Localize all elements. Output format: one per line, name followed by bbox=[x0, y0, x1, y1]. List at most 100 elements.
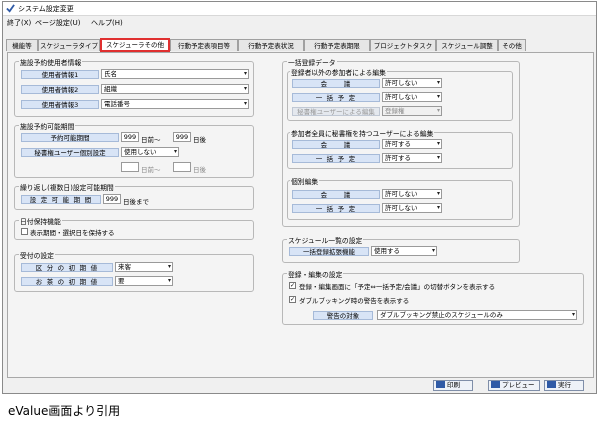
sub2-meeting-label: 会 議 bbox=[292, 140, 380, 149]
tab-functions[interactable]: 機能等 bbox=[6, 39, 38, 51]
chevron-down-icon: ▾ bbox=[431, 247, 435, 254]
switch-button-checkbox[interactable]: ✓ bbox=[289, 282, 296, 289]
reg-edit-title: 登録・編集の設定 bbox=[287, 269, 344, 279]
reception-group: 受付の設定 区 分 の 初 期 値 来客 ▾ お 茶 の 初 期 値 要 ▾ bbox=[14, 250, 254, 292]
category-default-select[interactable]: 来客 ▾ bbox=[115, 262, 173, 272]
sub3-meeting-label: 会 議 bbox=[292, 190, 380, 199]
tab-scheduler-other[interactable]: スケジューラその他 bbox=[100, 38, 170, 52]
schedule-list-title: スケジュール一覧の設定 bbox=[287, 235, 364, 245]
reg-edit-group: 登録・編集の設定 ✓ 登録・編集画面に「予定⇔一括予定/会議」の切替ボタンを表示… bbox=[282, 269, 584, 325]
bulk-extension-label: 一括登録拡張機能 bbox=[289, 247, 369, 256]
printer-icon bbox=[436, 381, 445, 388]
double-booking-checkbox[interactable]: ✓ bbox=[289, 296, 296, 303]
chevron-down-icon: ▾ bbox=[167, 277, 171, 284]
days-before-input[interactable]: 999 bbox=[121, 132, 139, 142]
chevron-down-icon: ▾ bbox=[436, 79, 440, 86]
sub1-secretary-select: 登録権 ▾ bbox=[382, 106, 442, 116]
double-booking-label: ダブルブッキング時の警告を表示する bbox=[299, 297, 410, 305]
bulk-data-group: 一括登録データ 登録者以外の参加者による編集 会 議 許可しない ▾ 一 括 予 … bbox=[282, 57, 520, 227]
tab-schedule-adjust[interactable]: スケジュール調整 bbox=[436, 39, 498, 51]
tea-default-label: お 茶 の 初 期 値 bbox=[21, 277, 113, 286]
chevron-down-icon: ▾ bbox=[436, 93, 440, 100]
days-after-unit: 日後 bbox=[193, 136, 206, 144]
tab-plan-items[interactable]: 行動予定表項目等 bbox=[170, 39, 238, 51]
sub3-bulk-select[interactable]: 許可しない ▾ bbox=[382, 203, 442, 213]
chevron-down-icon: ▾ bbox=[436, 107, 440, 114]
secretary-days-after-input[interactable] bbox=[173, 162, 191, 172]
secretary-setting-select[interactable]: 使用しない ▾ bbox=[121, 147, 179, 157]
facility-user-group: 施設予約使用者情報 使用者情報1 氏名 ▾ 使用者情報2 組織 ▾ 使用者情報3 電… bbox=[14, 57, 254, 117]
sub1-bulk-select[interactable]: 許可しない ▾ bbox=[382, 92, 442, 102]
repeat-period-group: 繰り返し(複数日)設定可能期間 設 定 可 能 期 間 999 日後まで bbox=[14, 182, 254, 210]
chevron-down-icon: ▾ bbox=[173, 148, 177, 155]
repeat-period-label: 設 定 可 能 期 間 bbox=[21, 195, 101, 204]
user-info-3-select[interactable]: 電話番号 ▾ bbox=[101, 99, 249, 109]
window-title: システム設定変更 bbox=[18, 5, 74, 13]
user-info-3-label: 使用者情報3 bbox=[21, 100, 99, 109]
repeat-days-unit: 日後まで bbox=[123, 198, 149, 206]
bulk-sub3-title: 個別編集 bbox=[290, 176, 320, 186]
menu-exit[interactable]: 終了(X) bbox=[7, 18, 31, 28]
preview-button[interactable]: プレビュー bbox=[488, 380, 540, 391]
settings-window: システム設定変更 終了(X) ページ設定(U) ヘルプ(H) 機能等 スケジュー… bbox=[2, 1, 597, 394]
bulk-extension-select[interactable]: 使用する ▾ bbox=[371, 246, 437, 256]
chevron-down-icon: ▾ bbox=[243, 70, 247, 77]
tab-scheduler-type[interactable]: スケジューラタイプ bbox=[38, 39, 100, 51]
menu-bar: 終了(X) ページ設定(U) ヘルプ(H) bbox=[3, 16, 596, 28]
tab-other[interactable]: その他 bbox=[498, 39, 526, 51]
tab-project-task[interactable]: プロジェクトタスク bbox=[370, 39, 436, 51]
bulk-data-title: 一括登録データ bbox=[287, 57, 337, 67]
bulk-sub2-group: 参加者全員に秘書権を持つユーザーによる編集 会 議 許可する ▾ 一 括 予 定 … bbox=[287, 128, 513, 169]
bulk-sub1-title: 登録者以外の参加者による編集 bbox=[290, 67, 387, 77]
run-button[interactable]: 実行 bbox=[544, 380, 584, 391]
sub2-bulk-select[interactable]: 許可する ▾ bbox=[382, 153, 442, 163]
chevron-down-icon: ▾ bbox=[436, 154, 440, 161]
bulk-sub3-group: 個別編集 会 議 許可しない ▾ 一 括 予 定 許可しない ▾ bbox=[287, 176, 513, 220]
chevron-down-icon: ▾ bbox=[436, 190, 440, 197]
repeat-period-title: 繰り返し(複数日)設定可能期間 bbox=[19, 182, 115, 192]
days-before-unit: 日前～ bbox=[141, 136, 161, 144]
days-after-input[interactable]: 999 bbox=[173, 132, 191, 142]
switch-button-label: 登録・編集画面に「予定⇔一括予定/会議」の切替ボタンを表示する bbox=[299, 283, 496, 291]
tea-default-select[interactable]: 要 ▾ bbox=[115, 276, 173, 286]
date-keep-title: 日付保持機能 bbox=[19, 216, 62, 226]
secretary-setting-label: 秘書権ユーザー個別設定 bbox=[21, 148, 119, 157]
tab-plan-status[interactable]: 行動予定表状況 bbox=[238, 39, 304, 51]
reception-title: 受付の設定 bbox=[19, 250, 55, 260]
sub1-meeting-select[interactable]: 許可しない ▾ bbox=[382, 78, 442, 88]
bulk-sub2-title: 参加者全員に秘書権を持つユーザーによる編集 bbox=[290, 128, 435, 138]
warn-target-select[interactable]: ダブルブッキング禁止のスケジュールのみ ▾ bbox=[377, 310, 577, 320]
sub2-meeting-select[interactable]: 許可する ▾ bbox=[382, 139, 442, 149]
menu-help[interactable]: ヘルプ(H) bbox=[91, 18, 123, 28]
sub3-meeting-select[interactable]: 許可しない ▾ bbox=[382, 189, 442, 199]
run-icon bbox=[547, 381, 556, 388]
user-info-2-select[interactable]: 組織 ▾ bbox=[101, 84, 249, 94]
facility-user-title: 施設予約使用者情報 bbox=[19, 57, 83, 67]
facility-period-title: 施設予約可能期間 bbox=[19, 121, 76, 131]
facility-period-group: 施設予約可能期間 予約可能期間 999 日前～ 999 日後 秘書権ユーザー個別… bbox=[14, 121, 254, 178]
app-checkmark-icon bbox=[6, 4, 15, 13]
sub1-bulk-label: 一 括 予 定 bbox=[292, 93, 380, 102]
tab-plan-deadline[interactable]: 行動予定表期限 bbox=[304, 39, 370, 51]
reserve-period-label: 予約可能期間 bbox=[21, 133, 119, 142]
sub2-bulk-label: 一 括 予 定 bbox=[292, 154, 380, 163]
schedule-list-group: スケジュール一覧の設定 一括登録拡張機能 使用する ▾ bbox=[282, 235, 520, 263]
chevron-down-icon: ▾ bbox=[571, 311, 575, 318]
user-info-1-label: 使用者情報1 bbox=[21, 70, 99, 79]
date-keep-checkbox[interactable] bbox=[21, 228, 28, 235]
user-info-1-select[interactable]: 氏名 ▾ bbox=[101, 69, 249, 79]
bulk-sub1-group: 登録者以外の参加者による編集 会 議 許可しない ▾ 一 括 予 定 許可しない ▾… bbox=[287, 67, 513, 121]
user-info-2-label: 使用者情報2 bbox=[21, 85, 99, 94]
title-bar: システム設定変更 bbox=[3, 2, 596, 16]
date-keep-label: 表示期間・選択日を保持する bbox=[30, 229, 115, 237]
secretary-days-after-unit: 日後 bbox=[193, 166, 206, 174]
settings-panel: 施設予約使用者情報 使用者情報1 氏名 ▾ 使用者情報2 組織 ▾ 使用者情報3 電… bbox=[7, 52, 594, 378]
secretary-days-before-input[interactable] bbox=[121, 162, 139, 172]
tab-strip: 機能等 スケジューラタイプ スケジューラその他 行動予定表項目等 行動予定表状況… bbox=[6, 38, 596, 52]
print-button[interactable]: 印刷 bbox=[433, 380, 473, 391]
repeat-days-input[interactable]: 999 bbox=[103, 194, 121, 204]
menu-page-setup[interactable]: ページ設定(U) bbox=[35, 18, 80, 28]
chevron-down-icon: ▾ bbox=[167, 263, 171, 270]
sub1-meeting-label: 会 議 bbox=[292, 79, 380, 88]
category-default-label: 区 分 の 初 期 値 bbox=[21, 263, 113, 272]
